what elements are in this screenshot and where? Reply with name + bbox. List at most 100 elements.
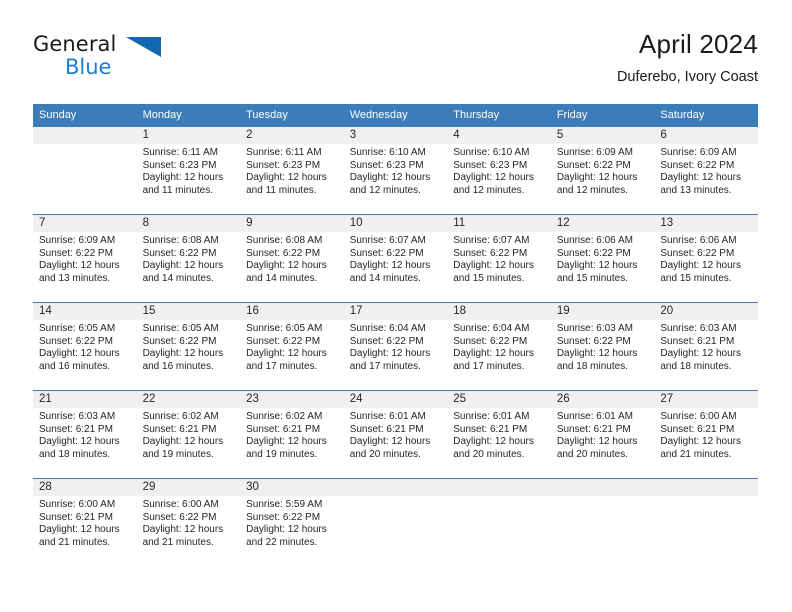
daylight-text-line1: Daylight: 12 hours — [142, 260, 224, 272]
day-sun-info: Sunrise: 6:00 AM Sunset: 6:21 PM Daylight:… — [33, 496, 137, 549]
calendar-day-cell[interactable]: 30 Sunrise: 5:59 AM Sunset: 6:22 PM Dayligh… — [240, 478, 344, 566]
sunrise-text: Sunrise: 6:10 AM — [453, 147, 530, 158]
calendar-body: 1 Sunrise: 6:11 AM Sunset: 6:23 PM Daylight… — [33, 126, 758, 566]
day-number: 9 — [240, 215, 344, 232]
calendar-day-cell[interactable]: 25 Sunrise: 6:01 AM Sunset: 6:21 PM Dayligh… — [447, 390, 551, 479]
sunrise-text: Sunrise: 6:01 AM — [556, 411, 633, 422]
calendar-day-cell[interactable]: 28 Sunrise: 6:00 AM Sunset: 6:21 PM Dayligh… — [33, 478, 137, 566]
day-number: 2 — [240, 127, 344, 144]
sunset-text: Sunset: 6:22 PM — [660, 159, 735, 171]
calendar-day-cell[interactable]: 16 Sunrise: 6:05 AM Sunset: 6:22 PM Dayligh… — [240, 302, 344, 391]
day-sun-info: Sunrise: 6:09 AM Sunset: 6:22 PM Daylight:… — [551, 144, 655, 197]
day-cell-content: 3 Sunrise: 6:10 AM Sunset: 6:23 PM Daylight… — [343, 127, 448, 214]
day-sun-info: Sunrise: 6:08 AM Sunset: 6:22 PM Daylight:… — [137, 232, 241, 285]
day-number — [550, 479, 655, 496]
calendar-day-cell[interactable]: 11 Sunrise: 6:07 AM Sunset: 6:22 PM Dayligh… — [447, 214, 551, 303]
calendar-day-cell[interactable]: 1 Sunrise: 6:11 AM Sunset: 6:23 PM Daylight… — [136, 126, 241, 215]
daylight-text-line1: Daylight: 12 hours — [556, 172, 638, 184]
calendar-day-cell[interactable]: 19 Sunrise: 6:03 AM Sunset: 6:22 PM Dayligh… — [550, 302, 655, 391]
daylight-text-line2: and 14 minutes. — [142, 272, 214, 284]
sunrise-text: Sunrise: 6:01 AM — [349, 411, 426, 422]
sunrise-text: Sunrise: 6:09 AM — [39, 235, 116, 246]
day-sun-info: Sunrise: 6:01 AM Sunset: 6:21 PM Daylight:… — [447, 408, 551, 461]
calendar-day-cell[interactable]: 26 Sunrise: 6:01 AM Sunset: 6:21 PM Dayligh… — [550, 390, 655, 479]
sunrise-text: Sunrise: 6:02 AM — [142, 411, 219, 422]
sunset-text: Sunset: 6:22 PM — [660, 247, 735, 259]
day-cell-content: 16 Sunrise: 6:05 AM Sunset: 6:22 PM Dayligh… — [240, 303, 344, 390]
calendar-day-cell[interactable]: 15 Sunrise: 6:05 AM Sunset: 6:22 PM Dayligh… — [136, 302, 241, 391]
calendar-day-cell[interactable]: 9 Sunrise: 6:08 AM Sunset: 6:22 PM Daylight… — [240, 214, 344, 303]
daylight-text-line1: Daylight: 12 hours — [142, 524, 224, 536]
calendar-day-cell[interactable]: 7 Sunrise: 6:09 AM Sunset: 6:22 PM Daylight… — [33, 214, 137, 303]
calendar-day-cell[interactable]: 10 Sunrise: 6:07 AM Sunset: 6:22 PM Dayligh… — [343, 214, 448, 303]
day-cell-content: 27 Sunrise: 6:00 AM Sunset: 6:21 PM Dayligh… — [654, 391, 758, 478]
daylight-text-line1: Daylight: 12 hours — [453, 172, 534, 184]
daylight-text-line1: Daylight: 12 hours — [660, 348, 741, 360]
daylight-text-line1: Daylight: 12 hours — [453, 260, 534, 272]
day-number — [33, 127, 137, 144]
daylight-text-line2: and 20 minutes. — [453, 448, 525, 460]
calendar-day-cell[interactable]: 5 Sunrise: 6:09 AM Sunset: 6:22 PM Daylight… — [550, 126, 655, 215]
daylight-text-line2: and 14 minutes. — [246, 272, 318, 284]
sunrise-text: Sunrise: 6:01 AM — [453, 411, 530, 422]
day-sun-info: Sunrise: 6:05 AM Sunset: 6:22 PM Daylight:… — [33, 320, 137, 373]
calendar-day-cell[interactable]: 8 Sunrise: 6:08 AM Sunset: 6:22 PM Daylight… — [136, 214, 241, 303]
day-cell-content: 18 Sunrise: 6:04 AM Sunset: 6:22 PM Dayligh… — [447, 303, 551, 390]
calendar-day-cell[interactable]: 6 Sunrise: 6:09 AM Sunset: 6:22 PM Daylight… — [654, 126, 758, 215]
calendar-day-cell[interactable]: 21 Sunrise: 6:03 AM Sunset: 6:21 PM Dayligh… — [33, 390, 137, 479]
day-sun-info: Sunrise: 6:02 AM Sunset: 6:21 PM Daylight:… — [137, 408, 241, 461]
day-cell-content — [550, 479, 655, 566]
calendar-day-cell[interactable]: 2 Sunrise: 6:11 AM Sunset: 6:23 PM Daylight… — [240, 126, 344, 215]
day-cell-content: 22 Sunrise: 6:02 AM Sunset: 6:21 PM Dayligh… — [136, 391, 241, 478]
day-cell-content: 13 Sunrise: 6:06 AM Sunset: 6:22 PM Dayligh… — [654, 215, 758, 302]
sunrise-text: Sunrise: 6:11 AM — [246, 147, 322, 158]
day-cell-content: 12 Sunrise: 6:06 AM Sunset: 6:22 PM Dayligh… — [550, 215, 655, 302]
sunset-text: Sunset: 6:22 PM — [453, 335, 528, 347]
calendar-day-cell-empty — [654, 478, 758, 566]
day-number: 28 — [33, 479, 137, 496]
daylight-text-line2: and 13 minutes. — [39, 272, 111, 284]
sunrise-text: Sunrise: 6:03 AM — [39, 411, 116, 422]
day-sun-info: Sunrise: 6:09 AM Sunset: 6:22 PM Daylight:… — [33, 232, 137, 285]
day-sun-info: Sunrise: 6:11 AM Sunset: 6:23 PM Daylight:… — [240, 144, 344, 197]
sunrise-text: Sunrise: 6:03 AM — [660, 323, 737, 334]
day-cell-content: 2 Sunrise: 6:11 AM Sunset: 6:23 PM Daylight… — [240, 127, 344, 214]
calendar-day-cell[interactable]: 3 Sunrise: 6:10 AM Sunset: 6:23 PM Daylight… — [343, 126, 448, 215]
calendar-day-cell[interactable]: 18 Sunrise: 6:04 AM Sunset: 6:22 PM Dayligh… — [447, 302, 551, 391]
calendar-day-cell[interactable]: 14 Sunrise: 6:05 AM Sunset: 6:22 PM Dayligh… — [33, 302, 137, 391]
daylight-text-line1: Daylight: 12 hours — [39, 436, 120, 448]
day-cell-content: 11 Sunrise: 6:07 AM Sunset: 6:22 PM Dayligh… — [447, 215, 551, 302]
calendar-day-cell[interactable]: 27 Sunrise: 6:00 AM Sunset: 6:21 PM Dayligh… — [654, 390, 758, 479]
sunset-text: Sunset: 6:22 PM — [142, 335, 217, 347]
calendar-day-cell[interactable]: 13 Sunrise: 6:06 AM Sunset: 6:22 PM Dayligh… — [654, 214, 758, 303]
weekday-header-tuesday: Tuesday — [240, 104, 344, 127]
day-sun-info: Sunrise: 6:03 AM Sunset: 6:21 PM Daylight:… — [654, 320, 758, 373]
day-cell-content: 21 Sunrise: 6:03 AM Sunset: 6:21 PM Dayligh… — [33, 391, 137, 478]
sunset-text: Sunset: 6:23 PM — [453, 159, 528, 171]
calendar-day-cell[interactable]: 24 Sunrise: 6:01 AM Sunset: 6:21 PM Dayligh… — [343, 390, 448, 479]
day-cell-content: 29 Sunrise: 6:00 AM Sunset: 6:22 PM Dayligh… — [136, 479, 241, 566]
sunrise-text: Sunrise: 6:08 AM — [246, 235, 323, 246]
calendar-day-cell[interactable]: 23 Sunrise: 6:02 AM Sunset: 6:21 PM Dayligh… — [240, 390, 344, 479]
sunset-text: Sunset: 6:21 PM — [39, 511, 113, 523]
calendar-day-cell[interactable]: 22 Sunrise: 6:02 AM Sunset: 6:21 PM Dayligh… — [136, 390, 241, 479]
day-number — [343, 479, 448, 496]
calendar-day-cell[interactable]: 17 Sunrise: 6:04 AM Sunset: 6:22 PM Dayligh… — [343, 302, 448, 391]
day-number — [654, 479, 758, 496]
calendar-day-cell-empty — [33, 126, 137, 215]
sunset-text: Sunset: 6:22 PM — [349, 247, 424, 259]
day-sun-info: Sunrise: 6:08 AM Sunset: 6:22 PM Daylight:… — [240, 232, 344, 285]
day-cell-content: 1 Sunrise: 6:11 AM Sunset: 6:23 PM Daylight… — [136, 127, 241, 214]
calendar-day-cell[interactable]: 12 Sunrise: 6:06 AM Sunset: 6:22 PM Dayligh… — [550, 214, 655, 303]
day-cell-content: 8 Sunrise: 6:08 AM Sunset: 6:22 PM Daylight… — [136, 215, 241, 302]
day-cell-content — [33, 127, 137, 214]
calendar-week-row: 21 Sunrise: 6:03 AM Sunset: 6:21 PM Dayligh… — [33, 390, 758, 479]
daylight-text-line2: and 15 minutes. — [660, 272, 732, 284]
day-sun-info: Sunrise: 6:06 AM Sunset: 6:22 PM Daylight:… — [551, 232, 655, 285]
calendar-day-cell[interactable]: 4 Sunrise: 6:10 AM Sunset: 6:23 PM Daylight… — [447, 126, 551, 215]
day-number — [447, 479, 551, 496]
calendar-week-row: 1 Sunrise: 6:11 AM Sunset: 6:23 PM Daylight… — [33, 126, 758, 215]
day-number: 1 — [136, 127, 241, 144]
calendar-day-cell[interactable]: 20 Sunrise: 6:03 AM Sunset: 6:21 PM Dayligh… — [654, 302, 758, 391]
calendar-day-cell[interactable]: 29 Sunrise: 6:00 AM Sunset: 6:22 PM Dayligh… — [136, 478, 241, 566]
